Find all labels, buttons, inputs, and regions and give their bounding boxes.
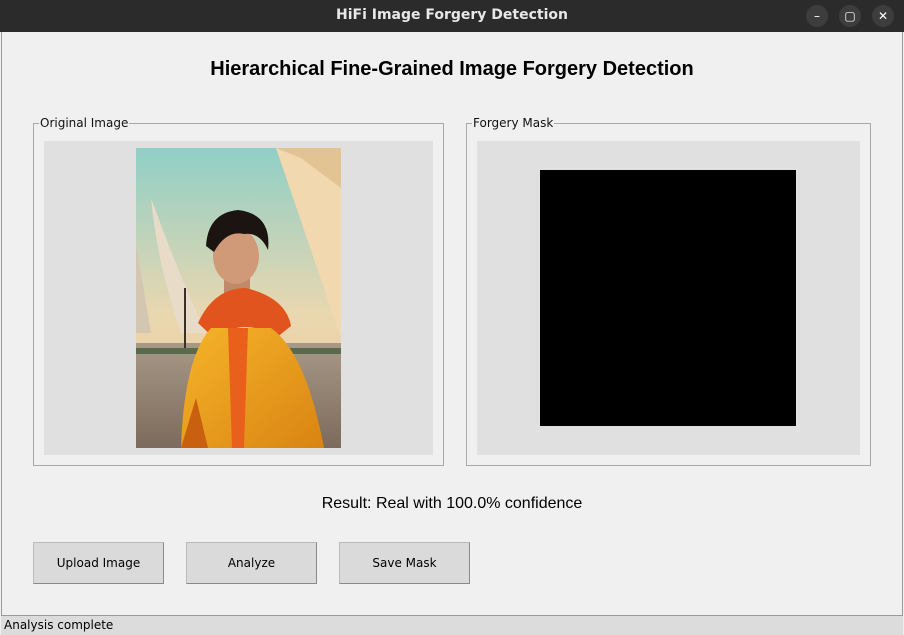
upload-image-button[interactable]: Upload Image	[33, 542, 164, 584]
forgery-mask-panel: Forgery Mask	[466, 116, 871, 466]
original-image-canvas	[44, 141, 433, 455]
maximize-icon[interactable]: ▢	[839, 5, 861, 27]
original-image-label: Original Image	[39, 116, 130, 130]
result-text: Result: Real with 100.0% confidence	[321, 495, 583, 512]
window-title: HiFi Image Forgery Detection	[335, 7, 568, 23]
forgery-mask-label: Forgery Mask	[472, 116, 555, 130]
save-mask-button[interactable]: Save Mask	[339, 542, 470, 584]
page-title: Hierarchical Fine-Grained Image Forgery …	[210, 58, 694, 80]
original-photo	[136, 148, 341, 448]
status-bar: Analysis complete	[1, 615, 903, 635]
forgery-mask-canvas	[477, 141, 860, 455]
analyze-button[interactable]: Analyze	[186, 542, 317, 584]
original-image-panel: Original Image	[33, 116, 444, 466]
minimize-icon[interactable]: –	[806, 5, 828, 27]
forgery-mask-image	[540, 170, 796, 426]
title-bar: HiFi Image Forgery Detection – ▢ ✕	[0, 0, 904, 32]
close-icon[interactable]: ✕	[872, 5, 894, 27]
